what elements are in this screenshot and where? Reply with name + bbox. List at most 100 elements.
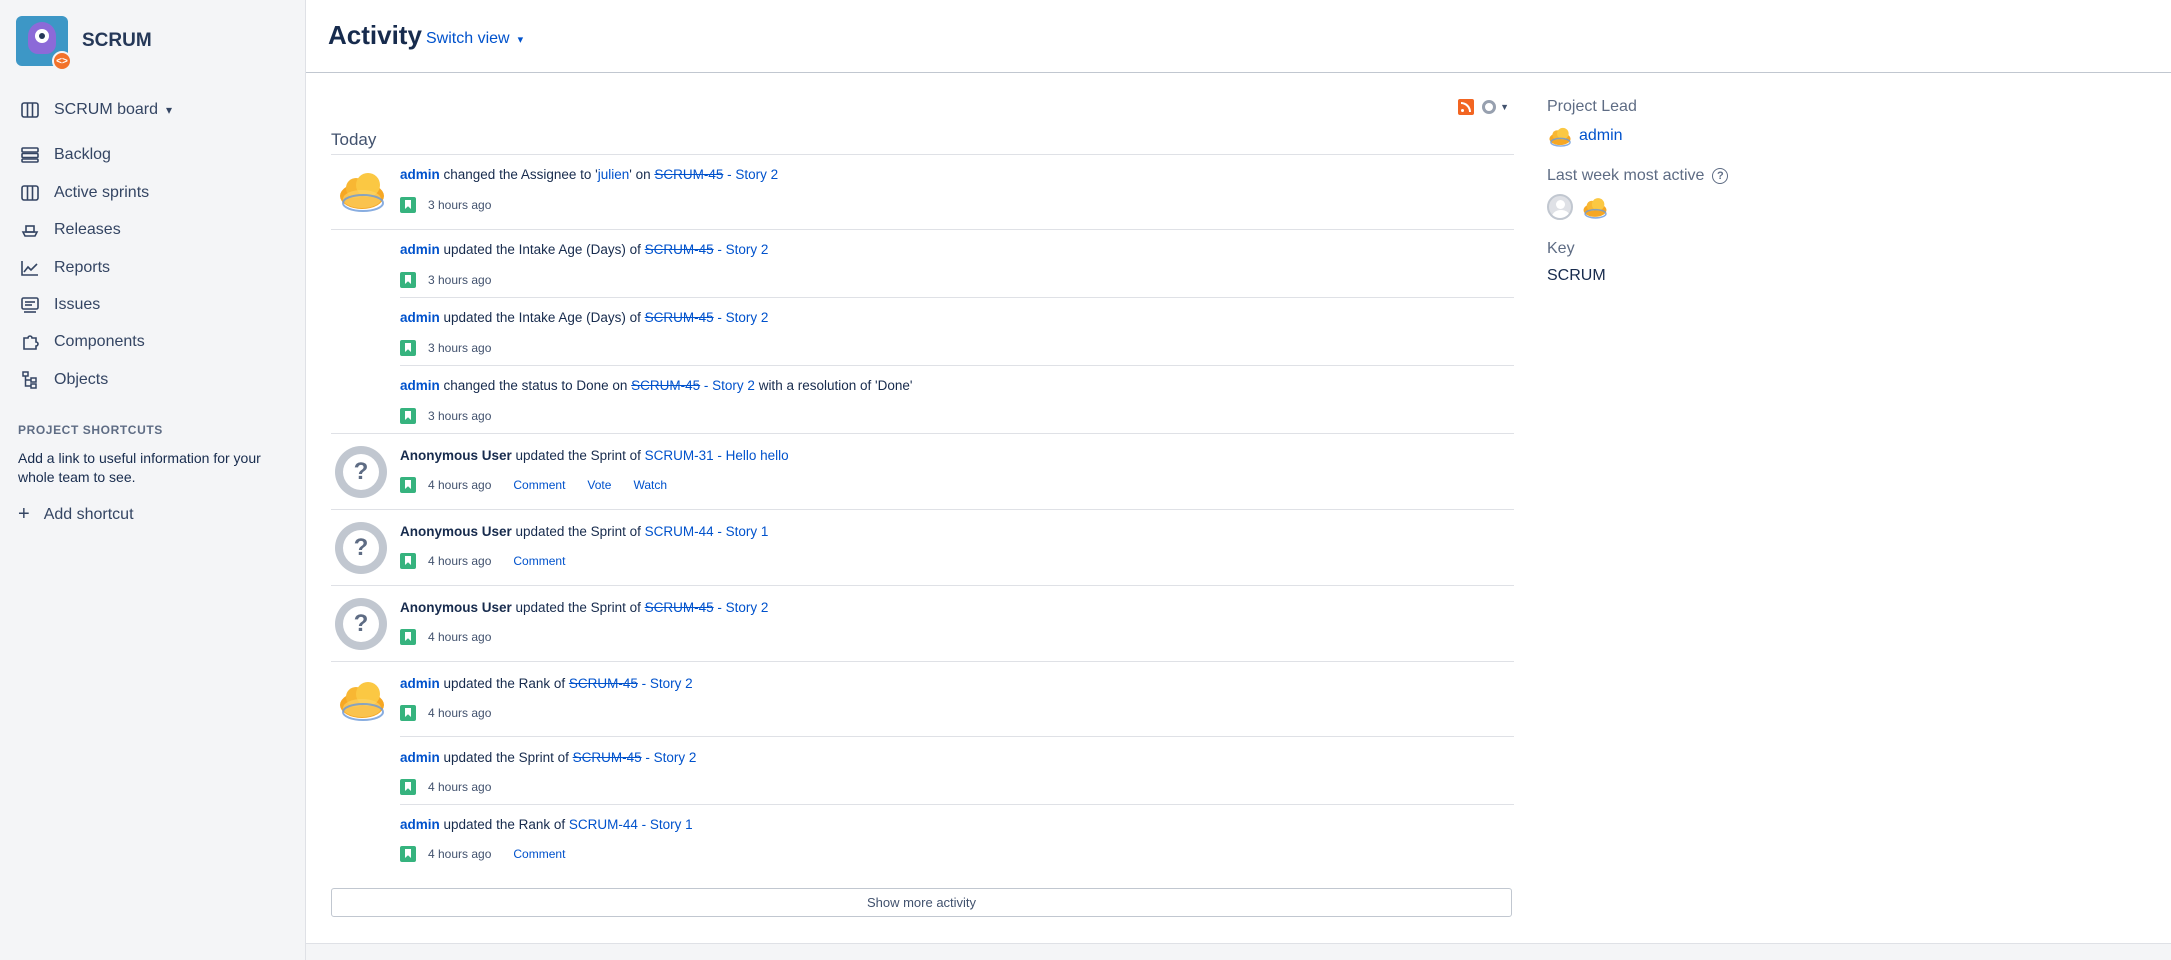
- vote-link[interactable]: Vote: [587, 478, 611, 492]
- sidebar-item-backlog[interactable]: Backlog: [20, 143, 111, 167]
- sidebar: <> SCRUM SCRUM board ▾ Backlog Active sp…: [0, 0, 306, 960]
- user-name: Anonymous User: [400, 600, 512, 615]
- issue-summary: - Story 2: [713, 600, 769, 615]
- key-value: SCRUM: [1547, 267, 1606, 284]
- cloud-avatar-icon[interactable]: [1581, 194, 1609, 220]
- story-icon: [400, 629, 416, 645]
- activity-title: admin updated the Rank of SCRUM-45 - Sto…: [400, 676, 693, 691]
- help-icon[interactable]: ?: [1712, 168, 1729, 184]
- issues-icon: [20, 295, 40, 315]
- chevron-down-icon[interactable]: ▼: [1500, 102, 1509, 112]
- anonymous-avatar-icon[interactable]: ?: [335, 522, 387, 574]
- user-avatar-icon[interactable]: [1547, 194, 1573, 220]
- story-icon: [400, 553, 416, 569]
- sidebar-item-releases[interactable]: Releases: [20, 218, 121, 242]
- switch-view-button[interactable]: Switch view ▾: [426, 30, 523, 48]
- story-icon: [400, 272, 416, 288]
- project-lead[interactable]: admin: [1547, 124, 1623, 148]
- issue-link[interactable]: SCRUM-45 - Story 2: [645, 310, 769, 325]
- activity-text: with a resolution of 'Done': [754, 378, 913, 393]
- cloud-avatar-icon[interactable]: [337, 165, 387, 215]
- activity-text: changed the status to Done on: [439, 378, 632, 393]
- key-label: Key: [1547, 240, 1575, 257]
- issue-link[interactable]: SCRUM-45 - Story 2: [645, 600, 769, 615]
- issue-link[interactable]: SCRUM-45 - Story 2: [631, 378, 755, 393]
- activity-text: updated the Rank of: [439, 817, 569, 832]
- project-header[interactable]: <> SCRUM: [16, 16, 152, 71]
- user-name: Anonymous User: [400, 448, 512, 463]
- anonymous-avatar-icon[interactable]: ?: [335, 446, 387, 498]
- sidebar-item-active-sprints[interactable]: Active sprints: [20, 181, 149, 205]
- show-more-activity-button[interactable]: Show more activity: [331, 888, 1512, 917]
- activity-entry: admin changed the Assignee to 'julien' o…: [331, 155, 1514, 230]
- activity-entry: ? Anonymous User updated the Sprint of S…: [331, 510, 1514, 586]
- anonymous-avatar-icon[interactable]: ?: [335, 598, 387, 650]
- user-link[interactable]: admin: [400, 750, 440, 765]
- issue-link[interactable]: SCRUM-44 - Story 1: [645, 524, 769, 539]
- stream-tools: ▼: [1458, 99, 1509, 115]
- project-lead-name: admin: [1579, 127, 1623, 144]
- comment-link[interactable]: Comment: [513, 478, 565, 492]
- sidebar-item-label: Objects: [54, 371, 109, 388]
- activity-meta: 4 hours ago Comment: [400, 553, 565, 569]
- user-link[interactable]: admin: [400, 817, 440, 832]
- sidebar-item-objects[interactable]: Objects: [20, 368, 108, 392]
- cloud-avatar-icon: [1549, 127, 1571, 147]
- chevron-down-icon: ▾: [166, 103, 173, 117]
- user-link[interactable]: admin: [400, 676, 440, 691]
- watch-link[interactable]: Watch: [633, 478, 667, 492]
- issue-link[interactable]: SCRUM-45 - Story 2: [573, 750, 697, 765]
- story-icon: [400, 779, 416, 795]
- rss-feed-icon[interactable]: [1458, 99, 1475, 115]
- sidebar-item-label: Components: [54, 333, 145, 350]
- user-link[interactable]: admin: [400, 378, 440, 393]
- chart-line-icon: [20, 258, 40, 278]
- issue-link[interactable]: SCRUM-44 - Story 1: [569, 817, 693, 832]
- activity-entry: admin changed the status to Done on SCRU…: [331, 366, 1514, 434]
- timestamp: 4 hours ago: [428, 630, 492, 644]
- user-name: Anonymous User: [400, 524, 512, 539]
- issue-link[interactable]: SCRUM-45 - Story 2: [569, 676, 693, 691]
- user-link[interactable]: admin: [400, 242, 440, 257]
- project-name: SCRUM: [82, 30, 152, 51]
- timestamp: 3 hours ago: [428, 409, 492, 423]
- timestamp: 4 hours ago: [428, 847, 492, 861]
- activity-text: updated the Sprint of: [511, 524, 645, 539]
- activity-entry: admin updated the Rank of SCRUM-45 - Sto…: [331, 662, 1514, 737]
- activity-meta: 4 hours ago: [400, 629, 491, 645]
- gear-icon[interactable]: [1482, 100, 1497, 114]
- user-link[interactable]: admin: [400, 310, 440, 325]
- comment-link[interactable]: Comment: [513, 847, 565, 861]
- chevron-down-icon: ▾: [517, 33, 524, 46]
- activity-title: Anonymous User updated the Sprint of SCR…: [400, 448, 789, 463]
- project-lead-label: Project Lead: [1547, 98, 1637, 115]
- footer-bar: [306, 943, 2171, 960]
- issue-key: SCRUM-45: [568, 676, 638, 691]
- sidebar-item-reports[interactable]: Reports: [20, 256, 110, 280]
- backlog-icon: [20, 145, 40, 165]
- add-shortcut-button[interactable]: + Add shortcut: [18, 503, 134, 526]
- sidebar-item-label: Reports: [54, 259, 111, 276]
- assignee-link[interactable]: julien: [598, 167, 630, 182]
- issue-link[interactable]: SCRUM-31 - Hello hello: [645, 448, 789, 463]
- user-link[interactable]: admin: [400, 167, 440, 182]
- timestamp: 3 hours ago: [428, 341, 492, 355]
- activity-text: updated the Sprint of: [511, 600, 645, 615]
- add-shortcut-label: Add shortcut: [43, 505, 134, 523]
- activity-meta: 4 hours ago Comment: [400, 846, 565, 862]
- comment-link[interactable]: Comment: [513, 554, 565, 568]
- issue-link[interactable]: SCRUM-45 - Story 2: [654, 167, 778, 182]
- cloud-avatar-icon[interactable]: [337, 674, 387, 724]
- story-icon: [400, 408, 416, 424]
- story-icon: [400, 846, 416, 862]
- activity-meta: 4 hours ago: [400, 705, 491, 721]
- activity-text: updated the Rank of: [439, 676, 569, 691]
- board-label: SCRUM board: [54, 101, 159, 118]
- issue-summary: - Story 2: [723, 167, 779, 182]
- board-selector[interactable]: SCRUM board ▾: [20, 98, 172, 122]
- sidebar-item-issues[interactable]: Issues: [20, 293, 100, 317]
- activity-entry: admin updated the Intake Age (Days) of S…: [331, 230, 1514, 298]
- sidebar-item-components[interactable]: Components: [20, 330, 145, 354]
- issue-link[interactable]: SCRUM-45 - Story 2: [645, 242, 769, 257]
- project-avatar-icon: <>: [16, 16, 72, 71]
